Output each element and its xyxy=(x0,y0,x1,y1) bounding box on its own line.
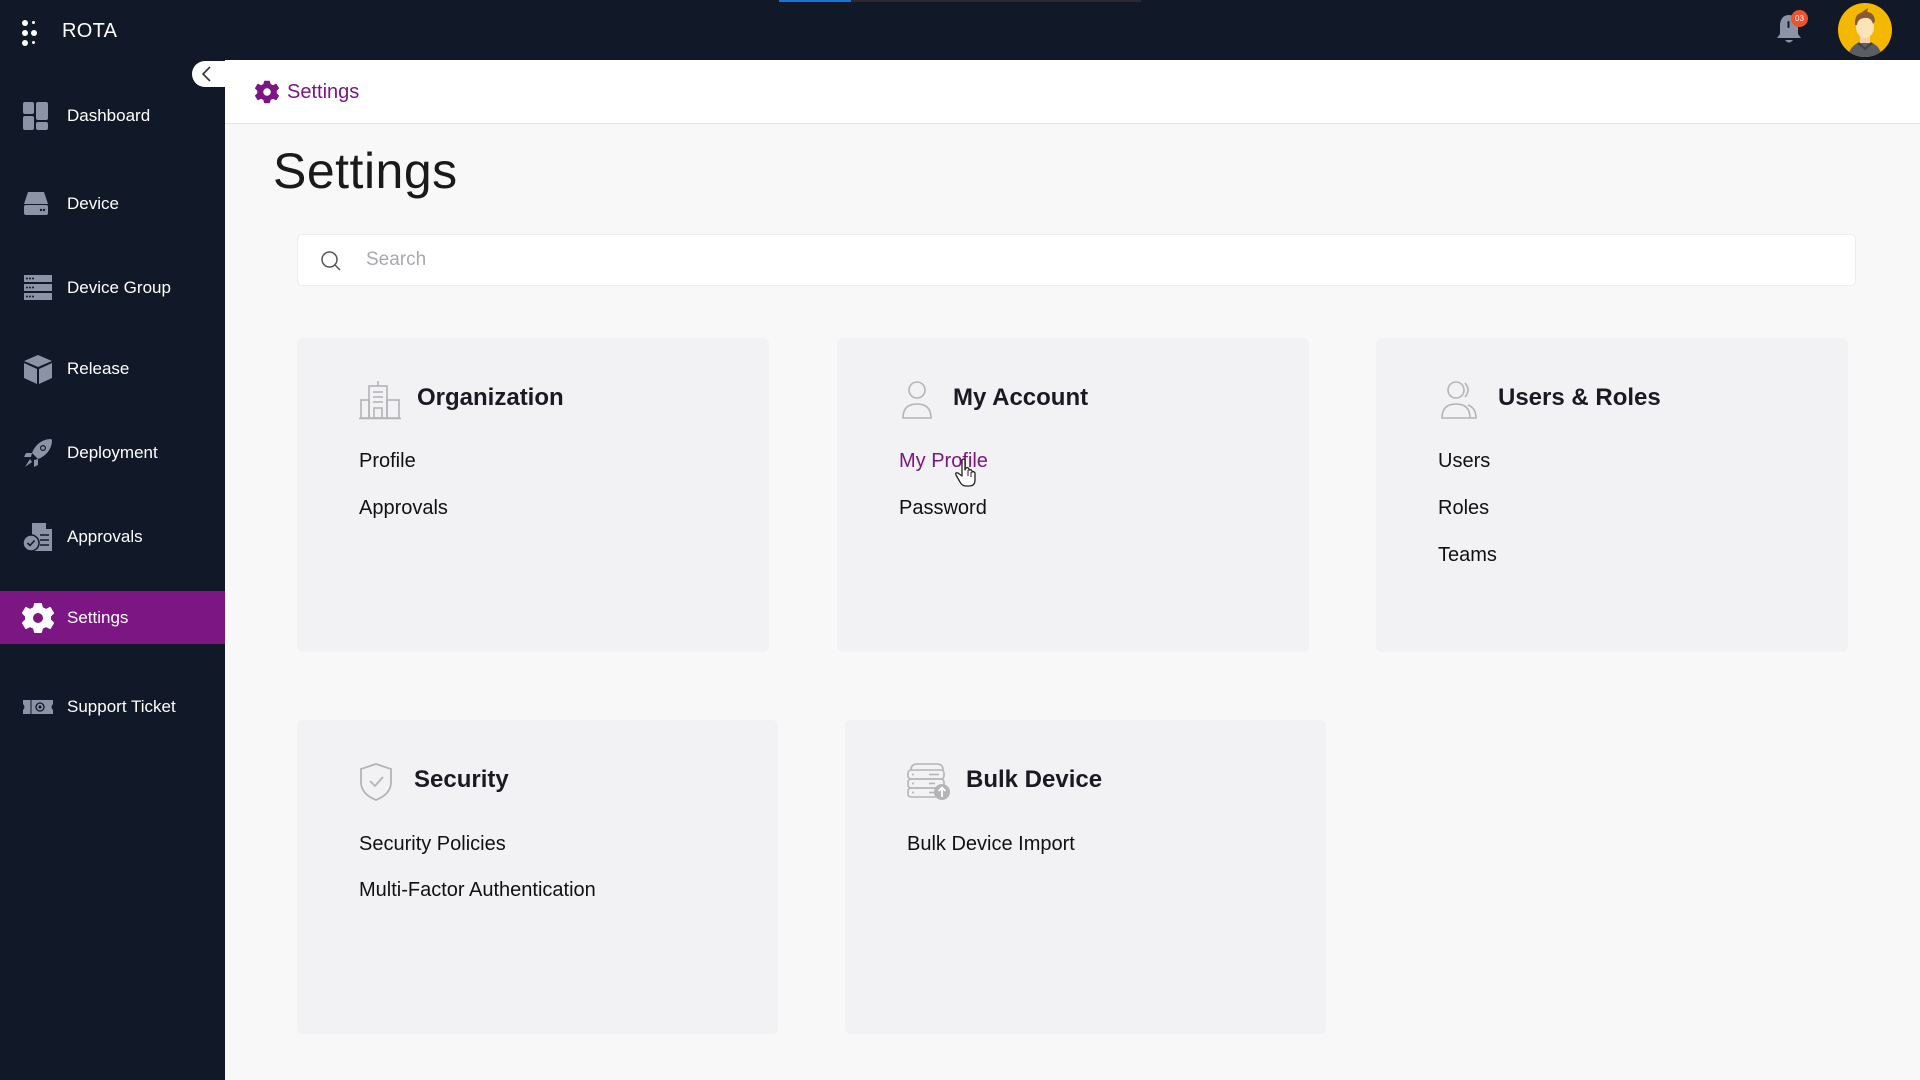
card-title: Organization xyxy=(417,384,564,411)
sidebar-item-label: Dashboard xyxy=(67,106,151,125)
sidebar-item-deployment[interactable]: Deployment xyxy=(0,427,225,479)
sidebar-item-label: Device Group xyxy=(67,278,171,297)
search-icon xyxy=(321,251,341,271)
bulk-device-icon xyxy=(907,763,950,800)
link-security-policies[interactable]: Security Policies xyxy=(359,833,506,856)
app-menu-icon[interactable] xyxy=(22,20,38,46)
settings-card-security: Security Security Policies Multi-Factor … xyxy=(297,720,778,1034)
chevron-left-icon xyxy=(201,66,211,82)
gear-icon xyxy=(255,80,279,104)
link-multi-factor-authentication[interactable]: Multi-Factor Authentication xyxy=(359,879,596,902)
sidebar-item-dashboard[interactable]: Dashboard xyxy=(0,90,225,142)
building-icon xyxy=(359,381,401,420)
loading-progress-bar xyxy=(779,0,1141,2)
link-roles[interactable]: Roles xyxy=(1438,497,1489,520)
sidebar-item-approvals[interactable]: Approvals xyxy=(0,511,225,563)
rocket-icon xyxy=(24,439,52,467)
user-avatar[interactable] xyxy=(1838,3,1892,57)
link-profile[interactable]: Profile xyxy=(359,450,416,473)
sidebar: Dashboard Device Device Group Release De… xyxy=(0,60,225,1080)
link-password[interactable]: Password xyxy=(899,497,987,520)
brand-name: ROTA xyxy=(62,20,118,42)
sidebar-item-device[interactable]: Device xyxy=(0,178,225,230)
card-title: Security xyxy=(414,766,509,793)
device-group-icon xyxy=(24,275,52,300)
sidebar-item-label: Settings xyxy=(67,607,129,627)
user-icon xyxy=(902,381,932,419)
gear-icon xyxy=(22,602,54,633)
page-header: Settings xyxy=(225,60,1920,124)
settings-card-my-account: My Account My Profile Password xyxy=(837,338,1309,652)
hand-cursor-icon xyxy=(955,458,976,487)
breadcrumb-item-settings[interactable]: Settings xyxy=(287,81,359,104)
settings-card-users-roles: Users & Roles Users Roles Teams xyxy=(1376,338,1848,652)
top-bar: ROTA 03 xyxy=(0,0,1920,60)
ticket-icon xyxy=(23,700,53,714)
card-title: Bulk Device xyxy=(966,766,1103,793)
shield-icon xyxy=(360,763,392,801)
sidebar-item-label: Approvals xyxy=(67,527,143,546)
card-title: My Account xyxy=(953,384,1089,411)
breadcrumb: Settings xyxy=(255,80,359,104)
settings-card-organization: Organization Profile Approvals xyxy=(297,338,769,652)
settings-card-bulk-device: Bulk Device Bulk Device Import xyxy=(845,720,1326,1034)
sidebar-item-label: Support Ticket xyxy=(67,697,176,716)
collapse-sidebar-button[interactable] xyxy=(192,61,225,87)
sidebar-item-label: Deployment xyxy=(67,443,158,462)
link-bulk-device-import[interactable]: Bulk Device Import xyxy=(907,833,1075,856)
search-box xyxy=(297,234,1856,286)
device-icon xyxy=(24,192,48,215)
link-users[interactable]: Users xyxy=(1438,450,1490,473)
sidebar-item-label: Device xyxy=(67,194,119,213)
card-title: Users & Roles xyxy=(1498,384,1661,411)
link-approvals[interactable]: Approvals xyxy=(359,497,448,520)
search-input[interactable] xyxy=(366,235,1826,284)
notification-badge: 03 xyxy=(1791,10,1808,27)
sidebar-item-settings[interactable]: Settings xyxy=(0,591,225,644)
page-title: Settings xyxy=(273,143,458,199)
dashboard-icon xyxy=(23,102,48,130)
release-icon xyxy=(24,355,52,384)
sidebar-item-support-ticket[interactable]: Support Ticket xyxy=(0,681,225,733)
users-icon xyxy=(1441,381,1477,419)
approvals-icon xyxy=(22,523,52,552)
link-teams[interactable]: Teams xyxy=(1438,544,1497,567)
sidebar-item-device-group[interactable]: Device Group xyxy=(0,262,225,314)
loading-progress-fill xyxy=(779,0,852,2)
sidebar-item-release[interactable]: Release xyxy=(0,343,225,395)
sidebar-item-label: Release xyxy=(67,359,130,378)
